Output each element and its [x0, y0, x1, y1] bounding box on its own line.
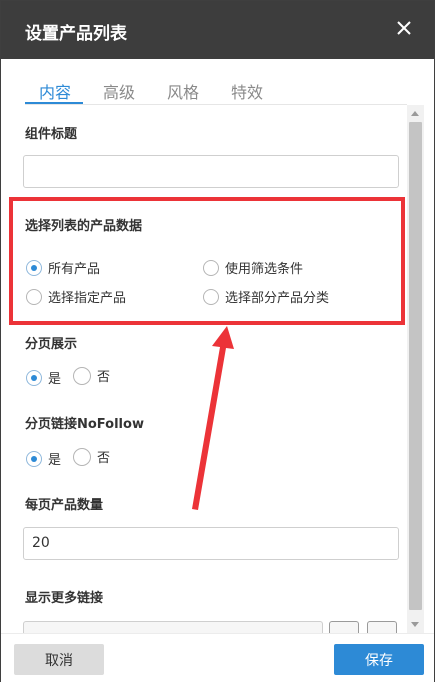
radio-label: 是 — [48, 453, 62, 468]
radio-pagination-no[interactable]: 否 — [73, 366, 110, 385]
more-link-label: 显示更多链接 — [25, 591, 104, 606]
radio-pagination-yes[interactable]: 是 — [26, 368, 61, 387]
dialog-title: 设置产品列表 — [25, 24, 127, 44]
radio-specific-products[interactable]: 选择指定产品 — [26, 287, 126, 306]
radio-label: 是 — [48, 372, 62, 387]
component-title-label: 组件标题 — [25, 127, 78, 142]
radio-nofollow-no[interactable]: 否 — [73, 447, 110, 466]
tab-bar: 内容 高级 风格 特效 — [25, 79, 415, 107]
radio-nofollow-yes[interactable]: 是 — [26, 449, 61, 468]
radio-checked-icon — [26, 369, 42, 386]
radio-unchecked-icon — [203, 288, 219, 305]
radio-unchecked-icon — [73, 447, 91, 466]
radio-label: 所有产品 — [48, 262, 101, 277]
tab-advanced[interactable]: 高级 — [103, 79, 135, 103]
pagination-label: 分页展示 — [25, 337, 78, 352]
radio-unchecked-icon — [203, 259, 219, 276]
component-title-input[interactable] — [23, 155, 399, 188]
tab-effects[interactable]: 特效 — [231, 79, 263, 103]
radio-label: 否 — [97, 370, 111, 385]
close-icon[interactable] — [392, 16, 416, 40]
save-button[interactable]: 保存 — [334, 644, 424, 675]
tab-content[interactable]: 内容 — [39, 79, 71, 103]
radio-label: 选择部分产品分类 — [225, 291, 330, 306]
product-data-label: 选择列表的产品数据 — [25, 219, 143, 234]
radio-unchecked-icon — [73, 366, 91, 385]
cancel-button[interactable]: 取消 — [14, 644, 104, 675]
radio-use-filter[interactable]: 使用筛选条件 — [203, 258, 303, 277]
scroll-up-icon[interactable] — [411, 111, 419, 116]
per-page-label: 每页产品数量 — [25, 498, 104, 513]
scroll-down-icon[interactable] — [411, 622, 419, 627]
product-list-dialog: 设置产品列表 内容 高级 风格 特效 组件标题 选择列表的产品数据 所有产品 使… — [0, 0, 435, 682]
radio-all-products[interactable]: 所有产品 — [26, 258, 100, 277]
tab-style[interactable]: 风格 — [167, 79, 199, 103]
radio-checked-icon — [26, 259, 42, 276]
dialog-header: 设置产品列表 — [1, 1, 434, 59]
radio-label: 否 — [97, 451, 111, 466]
radio-label: 使用筛选条件 — [225, 262, 304, 277]
radio-partial-categories[interactable]: 选择部分产品分类 — [203, 287, 329, 306]
tabs-divider — [25, 104, 407, 105]
radio-label: 选择指定产品 — [48, 291, 127, 306]
radio-checked-icon — [26, 450, 42, 467]
nofollow-label: 分页链接NoFollow — [25, 417, 144, 432]
radio-unchecked-icon — [26, 288, 42, 305]
per-page-input[interactable]: 20 — [23, 527, 399, 560]
scrollbar-thumb[interactable] — [409, 122, 422, 610]
